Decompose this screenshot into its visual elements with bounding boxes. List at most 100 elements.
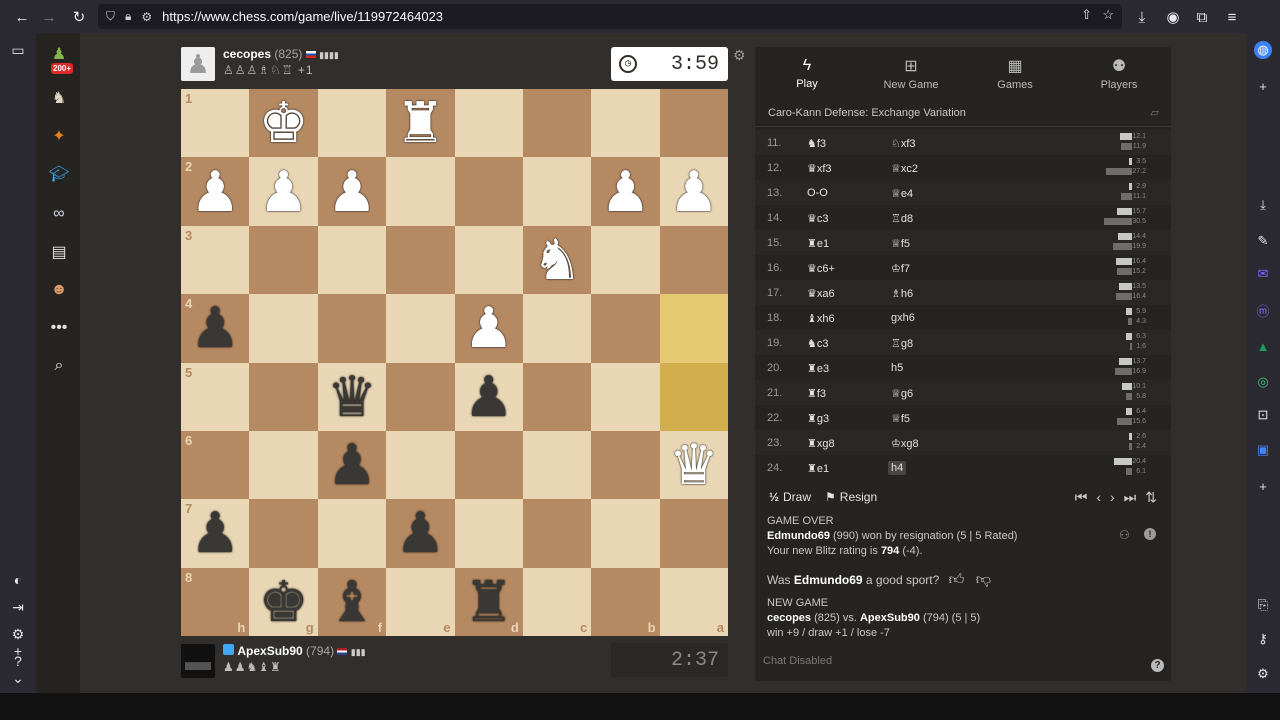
black-move[interactable]: h5 — [891, 362, 903, 374]
player-name[interactable]: cecopes — [223, 47, 271, 61]
square-b6[interactable] — [591, 430, 660, 500]
thumbs-up-icon[interactable]: 👍︎ — [949, 571, 965, 588]
square-h2[interactable]: 2 ♟ — [181, 157, 250, 226]
square-e2[interactable] — [386, 157, 455, 226]
tab-games[interactable]: ▦ Games — [963, 47, 1067, 99]
square-a7[interactable] — [659, 499, 728, 568]
square-d4[interactable]: ♟ — [454, 294, 523, 363]
resign-button[interactable]: ⚑ Resign — [825, 490, 877, 504]
square-h7[interactable]: 7 ♟ — [181, 499, 250, 568]
add-icon[interactable]: + — [9, 642, 27, 660]
news-icon[interactable]: ▤ — [48, 241, 70, 263]
add-friend-icon[interactable]: ⚇ — [1119, 528, 1130, 542]
square-c7[interactable] — [522, 499, 592, 568]
square-d6[interactable] — [454, 430, 523, 500]
black-move[interactable]: ♕g6 — [891, 387, 913, 400]
square-c5[interactable] — [522, 362, 592, 431]
clipboard-icon[interactable]: ⎘ — [1254, 596, 1272, 614]
menu-icon[interactable]: ≡ — [1218, 3, 1246, 31]
winner-name[interactable]: Edmundo69 — [767, 530, 830, 542]
square-e7[interactable]: ♟ — [386, 499, 455, 568]
black-pawn-piece[interactable]: ♟ — [395, 505, 445, 561]
star-icon[interactable]: ☆ — [1102, 7, 1114, 23]
add-icon[interactable]: + — [1254, 77, 1272, 95]
square-b3[interactable] — [591, 225, 660, 295]
black-pawn-piece[interactable]: ♟ — [190, 505, 240, 561]
last-move-icon[interactable]: ⏭ — [1124, 489, 1137, 506]
drive-icon[interactable]: ▲ — [1254, 337, 1272, 355]
chess-logo-icon[interactable]: ♟ — [48, 43, 70, 65]
black-pawn-piece[interactable]: ♟ — [464, 368, 514, 425]
square-f2[interactable]: ♟ — [317, 157, 387, 226]
thumbs-down-icon[interactable]: 👎︎ — [976, 571, 991, 588]
square-f1[interactable] — [317, 89, 387, 158]
square-h8[interactable]: 8h — [181, 567, 250, 636]
white-move[interactable]: ♞f3 — [807, 137, 826, 150]
white-move[interactable]: ♜xg8 — [807, 437, 835, 450]
avatar[interactable]: ▬ — [181, 644, 215, 678]
white-knight-piece[interactable]: ♞ — [532, 231, 582, 288]
black-queen-piece[interactable]: ♛ — [327, 368, 377, 425]
download-icon[interactable]: ⤓ — [1254, 196, 1272, 214]
square-e1[interactable]: ♜ — [386, 89, 455, 158]
white-king-piece[interactable]: ♚ — [258, 95, 308, 151]
gear-icon[interactable]: ⚙ — [1254, 665, 1272, 683]
tab-new-game[interactable]: ⊞ New Game — [859, 47, 963, 99]
white-pawn-piece[interactable]: ♟ — [190, 163, 240, 220]
chevron-down-icon[interactable]: ⌄ — [9, 669, 27, 687]
white-move[interactable]: ♞c3 — [807, 337, 828, 350]
square-d8[interactable]: d ♜ — [454, 567, 523, 636]
black-move[interactable]: ♗h6 — [891, 287, 913, 300]
black-king-piece[interactable]: ♚ — [258, 573, 308, 630]
white-move[interactable]: ♜e3 — [807, 362, 829, 375]
white-queen-piece[interactable]: ♛ — [669, 437, 719, 493]
watch-icon[interactable]: ∞ — [48, 203, 70, 225]
square-h1[interactable]: 1 — [181, 89, 250, 158]
mail-icon[interactable]: ✉ — [1254, 265, 1272, 283]
square-a4[interactable] — [659, 294, 728, 363]
black-move[interactable]: ♘xf3 — [891, 137, 916, 150]
white-move[interactable]: ♜g3 — [807, 412, 829, 425]
white-move[interactable]: ♜e1 — [807, 462, 829, 475]
square-d2[interactable] — [454, 157, 523, 226]
square-e8[interactable]: e — [386, 567, 455, 636]
black-move[interactable]: ♔xg8 — [891, 437, 919, 450]
first-move-icon[interactable]: ⏮ — [1075, 489, 1088, 506]
black-move[interactable]: gxh6 — [891, 312, 915, 324]
new-game-black[interactable]: ApexSub90 — [860, 612, 920, 624]
report-icon[interactable]: ! — [1144, 528, 1156, 540]
square-g8[interactable]: g ♚ — [249, 567, 318, 636]
chessboard[interactable]: 1 ♚ ♜ 2 ♟ ♟ ♟ ♟ ♟ 3 ♞ 4 ♟ ♟ 5 ♛ ♟ 6 ♟ ♛ 7 ♟ ♟ 8 h g ♚ f ♝ e d ♜ c b a — [181, 89, 728, 636]
square-c2[interactable] — [522, 157, 592, 226]
more-icon[interactable]: ••• — [48, 317, 70, 339]
panel-toggle-icon[interactable]: ◐ — [9, 571, 27, 589]
white-move[interactable]: ♜f3 — [807, 387, 826, 400]
square-g5[interactable] — [249, 362, 318, 431]
square-e6[interactable] — [386, 430, 455, 500]
black-move[interactable]: ♔f7 — [891, 262, 910, 275]
square-f5[interactable]: ♛ — [317, 362, 387, 431]
tabs-icon[interactable]: ▭ — [9, 41, 27, 59]
square-a8[interactable]: a — [659, 567, 728, 636]
white-pawn-piece[interactable]: ♟ — [258, 163, 308, 220]
chatgpt-icon[interactable]: ◎ — [1254, 373, 1272, 391]
prev-move-icon[interactable]: ‹ — [1096, 489, 1101, 506]
square-g1[interactable]: ♚ — [249, 89, 318, 158]
square-h5[interactable]: 5 — [181, 362, 250, 431]
white-move[interactable]: ♛c6+ — [807, 262, 835, 275]
square-h6[interactable]: 6 — [181, 430, 250, 500]
pen-icon[interactable]: ✎ — [1254, 232, 1272, 250]
mastodon-icon[interactable]: ⓜ — [1254, 301, 1272, 319]
black-move[interactable]: ♕f5 — [891, 237, 910, 250]
sport-player[interactable]: Edmundo69 — [794, 573, 863, 587]
gear-icon[interactable]: ⚙ — [9, 625, 27, 643]
black-move[interactable]: ♖d8 — [891, 212, 913, 225]
square-a6[interactable]: ♛ — [659, 430, 728, 500]
square-h4[interactable]: 4 ♟ — [181, 294, 250, 363]
white-rook-piece[interactable]: ♜ — [395, 95, 445, 151]
square-e4[interactable] — [386, 294, 455, 363]
square-c1[interactable] — [522, 89, 592, 158]
black-bishop-piece[interactable]: ♝ — [327, 573, 377, 630]
square-f3[interactable] — [317, 225, 387, 295]
add-icon[interactable]: + — [1254, 477, 1272, 495]
